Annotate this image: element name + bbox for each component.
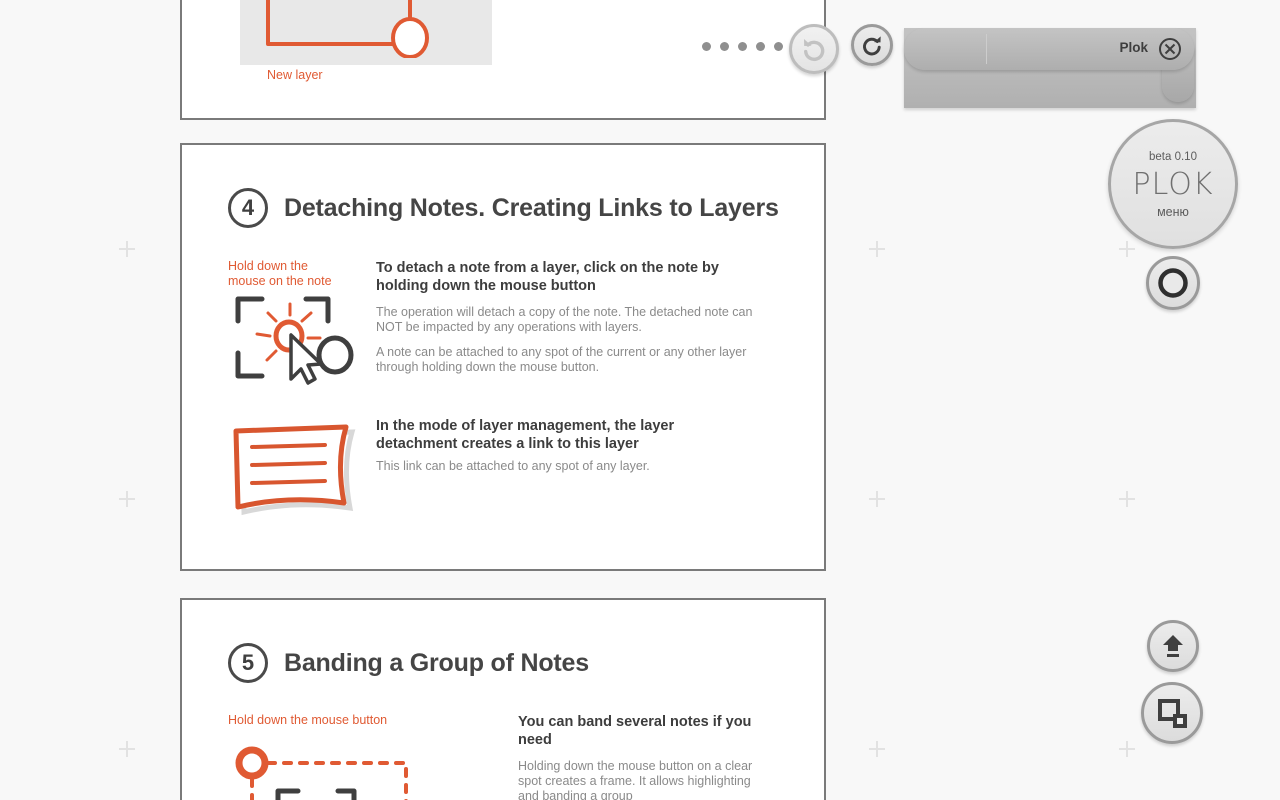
grid-cross bbox=[119, 491, 135, 507]
plok-logo: PLOK bbox=[1132, 167, 1214, 202]
section-4-block-2: In the mode of layer management, the lay… bbox=[228, 417, 746, 517]
two-squares-icon bbox=[1158, 699, 1187, 728]
menu-label: меню bbox=[1157, 205, 1189, 219]
version-label: beta 0.10 bbox=[1149, 151, 1197, 163]
new-layer-sketch bbox=[266, 0, 429, 58]
banding-hint-label: Hold down the mouse button bbox=[228, 713, 388, 727]
text-caret bbox=[986, 34, 987, 64]
section-5-block-1: Hold down the mouse button You can band … bbox=[228, 713, 768, 800]
close-icon bbox=[1159, 38, 1181, 60]
detach-lead-text: To detach a note from a layer, click on … bbox=[376, 260, 719, 294]
detach-text-column: To detach a note from a layer, click on … bbox=[376, 259, 756, 389]
grid-cross bbox=[1119, 491, 1135, 507]
section-number-badge: 4 bbox=[228, 188, 268, 228]
new-layer-caption: New layer bbox=[267, 68, 323, 82]
record-circle-icon bbox=[1158, 268, 1188, 298]
document-title: Plok bbox=[1119, 40, 1148, 55]
record-button[interactable] bbox=[1146, 256, 1200, 310]
grid-cross bbox=[869, 241, 885, 257]
undo-button[interactable] bbox=[789, 24, 839, 74]
detach-note-illustration bbox=[235, 296, 354, 385]
history-dot[interactable] bbox=[720, 42, 729, 51]
grid-cross bbox=[119, 741, 135, 757]
section-4-heading: 4 Detaching Notes. Creating Links to Lay… bbox=[228, 188, 779, 228]
link-illustration-column bbox=[228, 417, 376, 517]
section-4-block-1: Hold down the mouse on the note To detac… bbox=[228, 259, 756, 389]
up-arrow-icon bbox=[1163, 635, 1183, 657]
detach-illustration-column: Hold down the mouse on the note bbox=[228, 259, 373, 389]
history-dot[interactable] bbox=[774, 42, 783, 51]
banding-illustration-column: Hold down the mouse button bbox=[228, 713, 513, 800]
plok-app-window: New layer 4 Detaching Notes. Creating Li… bbox=[0, 0, 1280, 800]
section-number-badge: 5 bbox=[228, 643, 268, 683]
history-dot[interactable] bbox=[738, 42, 747, 51]
document-bar[interactable]: Plok bbox=[904, 28, 1196, 108]
banding-lead-text: You can band several notes if you need bbox=[518, 714, 752, 748]
note-card-section-5[interactable]: 5 Banding a Group of Notes Hold down the… bbox=[180, 598, 826, 800]
layer-link-note-illustration bbox=[233, 424, 356, 516]
undo-icon bbox=[804, 39, 825, 61]
link-lead-text: In the mode of layer management, the lay… bbox=[376, 418, 675, 452]
close-button[interactable] bbox=[1158, 37, 1182, 61]
plok-menu-button[interactable]: beta 0.10 PLOK меню bbox=[1108, 119, 1238, 249]
note-card-top[interactable]: New layer bbox=[180, 0, 826, 120]
note-card-section-4[interactable]: 4 Detaching Notes. Creating Links to Lay… bbox=[180, 143, 826, 571]
redo-icon bbox=[863, 36, 881, 56]
banding-paragraph-1: Holding down the mouse button on a clear… bbox=[518, 759, 753, 800]
detach-paragraph-1: The operation will detach a copy of the … bbox=[376, 305, 753, 334]
bring-to-front-button[interactable] bbox=[1147, 620, 1199, 672]
grid-cross bbox=[119, 241, 135, 257]
grid-cross bbox=[869, 741, 885, 757]
section-5-heading: 5 Banding a Group of Notes bbox=[228, 643, 589, 683]
grid-cross bbox=[869, 491, 885, 507]
section-title: Banding a Group of Notes bbox=[284, 648, 589, 677]
history-dot[interactable] bbox=[702, 42, 711, 51]
document-bar-body[interactable]: Plok bbox=[904, 28, 1194, 70]
link-text-column: In the mode of layer management, the lay… bbox=[376, 417, 746, 517]
group-shapes-button[interactable] bbox=[1141, 682, 1203, 744]
history-dots-indicator[interactable] bbox=[702, 42, 783, 51]
history-dot[interactable] bbox=[756, 42, 765, 51]
section-title: Detaching Notes. Creating Links to Layer… bbox=[284, 193, 779, 222]
detach-paragraph-2: A note can be attached to any spot of th… bbox=[376, 345, 747, 374]
grid-cross bbox=[1119, 741, 1135, 757]
grid-cross bbox=[1119, 241, 1135, 257]
link-paragraph-1: This link can be attached to any spot of… bbox=[376, 459, 650, 473]
banding-text-column: You can band several notes if you need H… bbox=[518, 713, 768, 800]
banding-frame-illustration bbox=[235, 746, 408, 800]
detach-hint-label: Hold down the mouse on the note bbox=[228, 259, 332, 288]
redo-button[interactable] bbox=[851, 24, 893, 66]
